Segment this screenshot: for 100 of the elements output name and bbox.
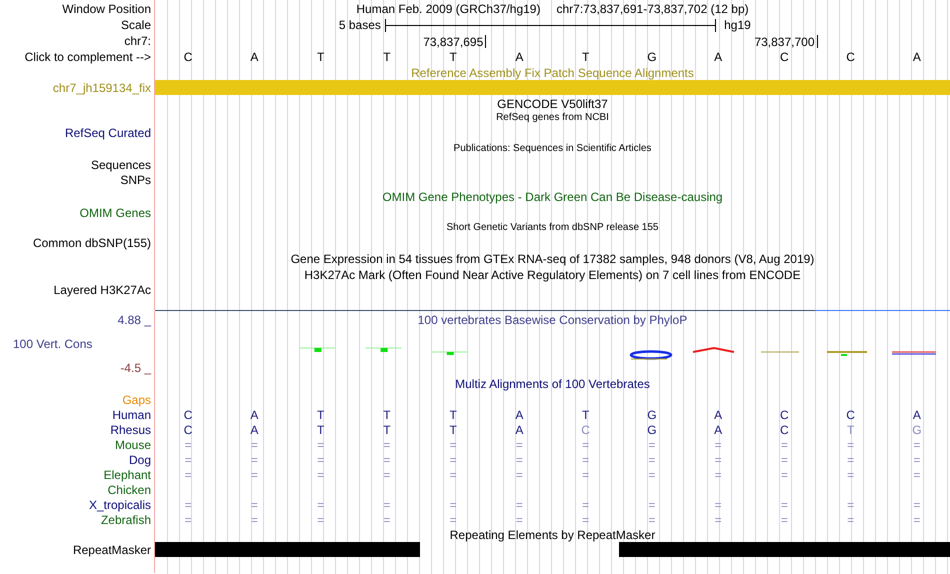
alignment-base: = — [450, 514, 457, 526]
base-letter[interactable]: C — [184, 51, 192, 63]
species-label[interactable]: Elephant — [104, 468, 151, 480]
track-title: Publications: Sequences in Scientific Articles — [454, 144, 652, 154]
alignment-base: = — [913, 468, 920, 480]
track-title: H3K27Ac Mark (Often Found Near Active Regulatory Elements) on 7 cell lines from ENCODE — [304, 268, 801, 280]
repeat-feature[interactable] — [618, 542, 950, 557]
alignment-base: = — [648, 514, 656, 526]
alignment-base: = — [648, 454, 656, 466]
alignment-base: = — [648, 498, 656, 510]
alignment-base: = — [383, 514, 390, 526]
alignment-base: = — [516, 468, 523, 480]
species-label[interactable]: X_tropicalis — [88, 498, 151, 510]
alignment-base: = — [250, 468, 258, 480]
track-label[interactable]: Layered H3K27Ac — [54, 284, 151, 296]
alignment-base: = — [450, 468, 457, 480]
alignment-base: C — [846, 408, 855, 420]
alignment-base: = — [780, 514, 788, 526]
alignment-base: = — [383, 468, 390, 480]
row-label: Scale — [120, 19, 151, 31]
alignment-base: = — [250, 498, 258, 510]
row-label[interactable]: Click to complement --> — [24, 51, 151, 63]
alignment-base: = — [184, 438, 192, 450]
alignment-bar[interactable] — [155, 80, 950, 95]
track-label[interactable]: Sequences — [90, 158, 151, 170]
alignment-base: = — [847, 498, 854, 510]
alignment-base: T — [383, 408, 391, 420]
base-letter[interactable]: C — [780, 51, 789, 63]
alignment-base: = — [250, 454, 258, 466]
alignment-base: T — [449, 408, 457, 420]
alignment-base: = — [714, 438, 722, 450]
alignment-base: T — [316, 408, 324, 420]
alignment-base: T — [582, 408, 590, 420]
track-label[interactable]: RepeatMasker — [72, 544, 151, 556]
alignment-base: = — [913, 498, 920, 510]
assembly-text: hg19 — [724, 19, 751, 31]
alignment-base: = — [317, 514, 324, 526]
track-label[interactable]: OMIM Genes — [80, 206, 151, 218]
alignment-base: = — [184, 468, 192, 480]
track-title: GENCODE V50lift37 — [497, 98, 608, 110]
alignment-base: = — [582, 498, 590, 510]
species-label[interactable]: Human — [112, 408, 151, 420]
track-label[interactable]: 100 Vert. Cons — [13, 338, 92, 350]
alignment-base: A — [250, 408, 258, 420]
alignment-base: = — [780, 498, 788, 510]
repeat-feature[interactable] — [155, 542, 420, 557]
alignment-base: = — [714, 468, 722, 480]
alignment-base: = — [582, 514, 590, 526]
base-letter[interactable]: A — [515, 51, 524, 63]
alignment-base: = — [780, 454, 788, 466]
track-title: 100 vertebrates Basewise Conservation by PhyloP — [418, 314, 688, 326]
alignment-base: = — [383, 438, 390, 450]
alignment-base: = — [913, 438, 920, 450]
alignment-base: = — [317, 454, 324, 466]
alignment-base: T — [449, 424, 457, 436]
base-letter[interactable]: T — [449, 51, 457, 63]
alignment-base: C — [184, 408, 192, 420]
base-letter[interactable]: C — [846, 51, 855, 63]
base-letter[interactable]: A — [912, 51, 921, 63]
base-letter[interactable]: G — [647, 51, 657, 63]
alignment-base: = — [913, 454, 920, 466]
alignment-base: A — [912, 408, 921, 420]
track-title: Gene Expression in 54 tissues from GTEx RNA-seq of 17382 samples, 948 donors (V8, Aug 2019) — [290, 253, 814, 265]
axis-label: 4.88 _ — [118, 314, 151, 326]
track-title: Short Genetic Variants from dbSNP release 155 — [446, 222, 658, 232]
species-label[interactable]: Dog — [128, 454, 151, 466]
alignment-base: C — [581, 424, 590, 436]
alignment-base: = — [450, 438, 457, 450]
axis-label: -4.5 _ — [120, 362, 151, 374]
alignment-base: T — [383, 424, 391, 436]
base-letter[interactable]: T — [383, 51, 391, 63]
track-title: RefSeq genes from NCBI — [496, 113, 609, 123]
base-letter[interactable]: A — [714, 51, 722, 63]
alignment-base: = — [913, 514, 920, 526]
track-label[interactable]: Common dbSNP(155) — [32, 237, 151, 249]
species-label[interactable]: Zebrafish — [100, 514, 151, 526]
alignment-base: = — [317, 498, 324, 510]
species-label[interactable]: Mouse — [114, 438, 151, 450]
alignment-base: = — [847, 454, 854, 466]
coordinate-label: 73,837,695 — [423, 34, 486, 48]
alignment-base: = — [714, 498, 722, 510]
alignment-base: A — [515, 424, 524, 436]
row-label: chr7: — [124, 35, 151, 47]
track-title: Repeating Elements by RepeatMasker — [450, 528, 656, 540]
alignment-base: = — [317, 438, 324, 450]
species-label[interactable]: Chicken — [108, 484, 151, 496]
base-letter[interactable]: T — [316, 51, 324, 63]
alignment-base: = — [184, 454, 192, 466]
alignment-base: = — [714, 454, 722, 466]
track-label[interactable]: SNPs — [120, 174, 151, 186]
track-label[interactable]: RefSeq Curated — [64, 127, 151, 139]
base-letter[interactable]: T — [582, 51, 590, 63]
alignment-base: A — [714, 408, 722, 420]
scale-text: 5 bases — [338, 19, 381, 31]
alignment-base: C — [780, 408, 789, 420]
assembly-text: Human Feb. 2009 (GRCh37/hg19) — [356, 2, 540, 14]
alignment-base: = — [383, 498, 390, 510]
species-label[interactable]: Rhesus — [110, 424, 151, 436]
alignment-base: G — [912, 424, 922, 436]
base-letter[interactable]: A — [250, 51, 258, 63]
